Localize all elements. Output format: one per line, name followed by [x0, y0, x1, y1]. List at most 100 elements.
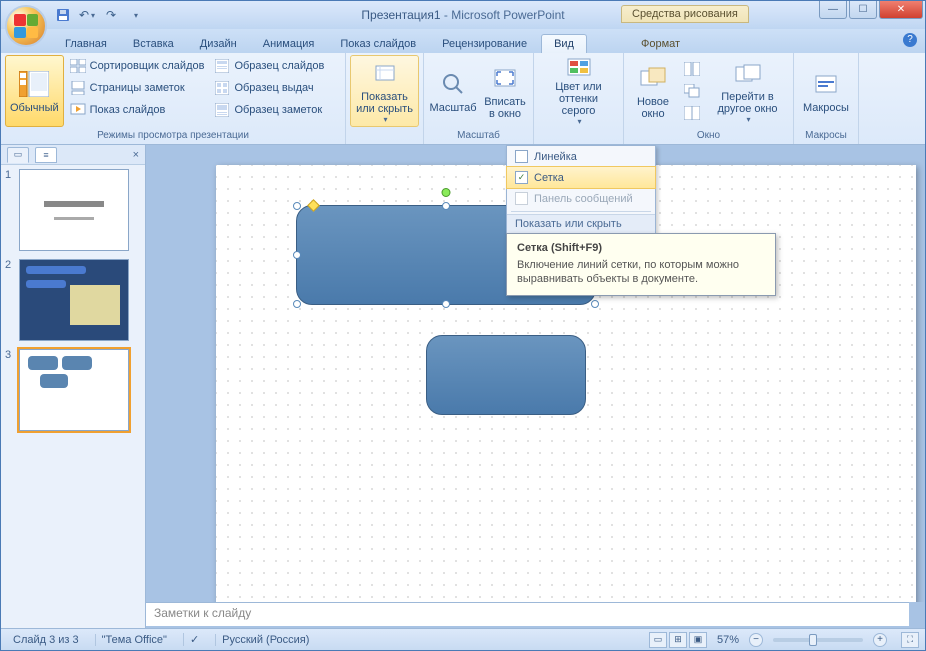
slide-master-icon: [214, 58, 230, 74]
show-hide-dropdown: Линейка ✓Сетка Панель сообщений Показать…: [506, 145, 656, 234]
move-split-button[interactable]: [680, 102, 704, 124]
notes-page-button[interactable]: Страницы заметок: [66, 77, 209, 99]
dropdown-footer: Показать или скрыть: [507, 214, 655, 233]
qat-customize-icon[interactable]: ▾: [125, 5, 145, 25]
slide-thumbnail[interactable]: 2: [5, 259, 141, 341]
maximize-button[interactable]: ☐: [849, 1, 877, 19]
resize-handle[interactable]: [442, 202, 450, 210]
tab-review[interactable]: Рецензирование: [430, 35, 539, 53]
tab-insert[interactable]: Вставка: [121, 35, 186, 53]
switch-windows-icon: [732, 58, 764, 89]
slideshow-icon: [70, 102, 86, 118]
shape-rounded-rect[interactable]: [426, 335, 586, 415]
tab-home[interactable]: Главная: [53, 35, 119, 53]
work-area: ▭ ≡ × 1 2 3: [1, 145, 925, 628]
zoom-out-button[interactable]: −: [749, 633, 763, 647]
view-buttons: ▭ ⊞ ▣: [649, 632, 707, 648]
tab-animation[interactable]: Анимация: [251, 35, 327, 53]
zoom-slider[interactable]: [773, 638, 863, 642]
handout-master-icon: [214, 80, 230, 96]
group-label-views: Режимы просмотра презентации: [5, 129, 341, 142]
app-window: ↶▾ ↷ ▾ Презентация1 - Microsoft PowerPoi…: [0, 0, 926, 651]
thumbnails-pane: ▭ ≡ × 1 2 3: [1, 145, 146, 628]
ribbon: Обычный Сортировщик слайдов Страницы зам…: [1, 53, 925, 145]
notes-pane[interactable]: Заметки к слайду: [146, 602, 909, 626]
arrange-all-icon: [684, 61, 700, 77]
fit-to-window-status-button[interactable]: ⛶: [901, 632, 919, 648]
color-grayscale-icon: [563, 57, 595, 79]
show-hide-icon: [369, 58, 401, 89]
dropdown-item-msgbar: Панель сообщений: [507, 188, 655, 209]
zoom-in-button[interactable]: +: [873, 633, 887, 647]
slide-sorter-icon: [70, 58, 86, 74]
new-window-icon: [637, 62, 669, 94]
group-label-showhide: [350, 140, 419, 142]
tooltip-title: Сетка (Shift+F9): [517, 242, 765, 254]
title-bar: ↶▾ ↷ ▾ Презентация1 - Microsoft PowerPoi…: [1, 1, 925, 29]
fit-window-icon: [489, 62, 521, 94]
resize-handle[interactable]: [293, 202, 301, 210]
zoom-icon: [437, 68, 469, 100]
slide-thumbnail[interactable]: 1: [5, 169, 141, 251]
group-label-zoom: Масштаб: [428, 129, 529, 142]
dropdown-item-ruler[interactable]: Линейка: [507, 146, 655, 167]
close-pane-icon[interactable]: ×: [133, 149, 139, 161]
resize-handle[interactable]: [293, 251, 301, 259]
arrange-all-button[interactable]: [680, 58, 704, 80]
normal-view-button[interactable]: Обычный: [5, 55, 64, 127]
macros-button[interactable]: Макросы: [798, 55, 854, 127]
tab-design[interactable]: Дизайн: [188, 35, 249, 53]
handout-master-button[interactable]: Образец выдач: [210, 77, 328, 99]
fit-window-button[interactable]: Вписать в окно: [480, 55, 530, 127]
status-language[interactable]: Русский (Россия): [215, 634, 315, 646]
slide-thumbnail[interactable]: 3: [5, 349, 141, 431]
tab-slideshow[interactable]: Показ слайдов: [328, 35, 428, 53]
tab-view[interactable]: Вид: [541, 34, 587, 53]
slide-master-button[interactable]: Образец слайдов: [210, 55, 328, 77]
cascade-icon: [684, 83, 700, 99]
tooltip-body: Включение линий сетки, по которым можно …: [517, 258, 765, 287]
resize-handle[interactable]: [591, 300, 599, 308]
show-hide-button[interactable]: Показать или скрыть▾: [350, 55, 419, 127]
status-theme: "Тема Office": [95, 634, 173, 646]
status-slide-count: Слайд 3 из 3: [7, 634, 85, 646]
resize-handle[interactable]: [293, 300, 301, 308]
office-button[interactable]: [5, 5, 47, 47]
tooltip: Сетка (Shift+F9) Включение линий сетки, …: [506, 233, 776, 296]
sorter-view-status-button[interactable]: ⊞: [669, 632, 687, 648]
normal-view-status-button[interactable]: ▭: [649, 632, 667, 648]
slideshow-status-button[interactable]: ▣: [689, 632, 707, 648]
slideshow-button[interactable]: Показ слайдов: [66, 99, 209, 121]
slide-sorter-button[interactable]: Сортировщик слайдов: [66, 55, 209, 77]
close-button[interactable]: ✕: [879, 1, 923, 19]
minimize-button[interactable]: —: [819, 1, 847, 19]
macros-icon: [810, 68, 842, 100]
dropdown-item-grid[interactable]: ✓Сетка: [506, 166, 656, 189]
tab-format[interactable]: Формат: [629, 35, 692, 53]
notes-page-icon: [70, 80, 86, 96]
slides-tab[interactable]: ▭: [7, 147, 29, 163]
window-title: Презентация1 - Microsoft PowerPoint: [361, 8, 564, 22]
normal-view-icon: [18, 68, 50, 100]
notes-master-button[interactable]: Образец заметок: [210, 99, 328, 121]
rotate-handle[interactable]: [442, 188, 451, 197]
zoom-slider-thumb[interactable]: [809, 634, 817, 646]
color-grayscale-button[interactable]: Цвет или оттенки серого▾: [538, 55, 619, 127]
resize-handle[interactable]: [442, 300, 450, 308]
group-label-window: Окно: [628, 129, 789, 142]
cascade-button[interactable]: [680, 80, 704, 102]
drawing-tools-context-label: Средства рисования: [621, 5, 749, 23]
switch-windows-button[interactable]: Перейти в другое окно▾: [706, 55, 789, 127]
redo-icon[interactable]: ↷: [101, 5, 121, 25]
quick-access-toolbar: ↶▾ ↷ ▾: [53, 1, 145, 29]
help-icon[interactable]: ?: [903, 33, 917, 47]
zoom-percent[interactable]: 57%: [717, 634, 739, 646]
group-label-macros: Макросы: [798, 129, 854, 142]
undo-icon[interactable]: ↶▾: [77, 5, 97, 25]
save-icon[interactable]: [53, 5, 73, 25]
zoom-button[interactable]: Масштаб: [428, 55, 478, 127]
outline-tab[interactable]: ≡: [35, 147, 57, 163]
new-window-button[interactable]: Новое окно: [628, 55, 678, 127]
status-spellcheck-icon[interactable]: ✓: [183, 633, 205, 646]
group-label-color: [538, 140, 619, 142]
